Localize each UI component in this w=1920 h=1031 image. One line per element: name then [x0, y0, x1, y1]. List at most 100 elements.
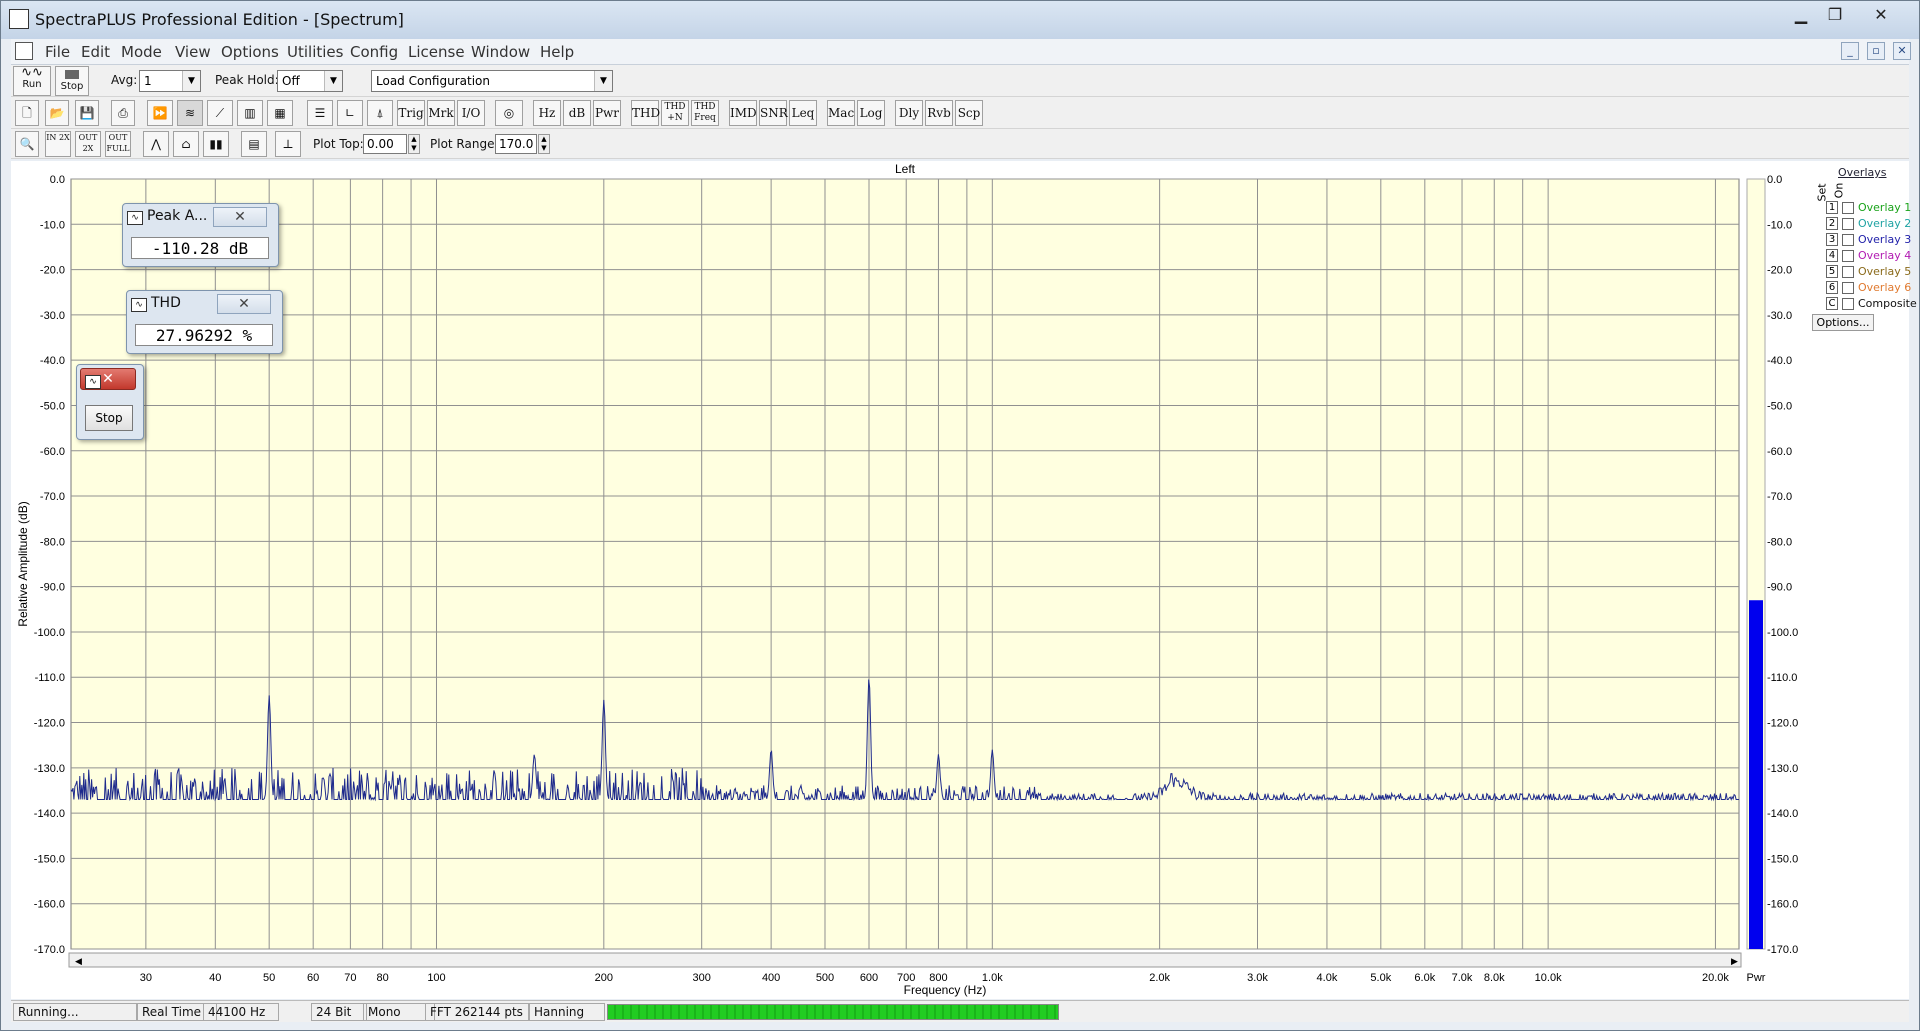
- x-tick-label: 300: [693, 972, 711, 984]
- plot-range-label: Plot Range:: [430, 137, 499, 151]
- zoom-in-2x-button[interactable]: IN 2X: [45, 131, 71, 157]
- trig-button[interactable]: Trig: [397, 100, 425, 126]
- minimize-button[interactable]: ▁: [1785, 5, 1817, 27]
- print-icon[interactable]: ⎙: [111, 100, 135, 126]
- generator-icon[interactable]: ◎: [495, 100, 523, 126]
- io-button[interactable]: I/O: [457, 100, 485, 126]
- snr-button[interactable]: SNR: [759, 100, 788, 126]
- bars-shape-icon[interactable]: ▮▮: [203, 131, 229, 157]
- peak-hold-select[interactable]: Off ▼: [277, 70, 343, 92]
- mrk-button[interactable]: Mrk: [427, 100, 455, 126]
- overlays-title: Overlays: [1838, 166, 1887, 179]
- menu-help[interactable]: Help: [540, 43, 574, 61]
- marker-icon[interactable]: ⊥: [275, 131, 301, 157]
- overlay-set-button[interactable]: C: [1826, 297, 1838, 310]
- overlay-set-button[interactable]: 1: [1826, 201, 1838, 214]
- thd-n-button[interactable]: THD +N: [661, 100, 689, 126]
- overlay-set-button[interactable]: 2: [1826, 217, 1838, 230]
- menu-license[interactable]: License: [408, 43, 465, 61]
- stop-button[interactable]: Stop: [55, 66, 89, 96]
- new-file-icon[interactable]: 🗋: [15, 100, 39, 126]
- leq-button[interactable]: Leq: [789, 100, 817, 126]
- peak-shape-icon[interactable]: ⋀: [143, 131, 169, 157]
- 3d-surface-icon[interactable]: ▦: [267, 100, 293, 126]
- plot-range-spinner[interactable]: ▲ ▼: [538, 134, 550, 154]
- menu-view[interactable]: View: [175, 43, 211, 61]
- fast-forward-icon[interactable]: ⏩: [147, 100, 173, 126]
- menu-edit[interactable]: Edit: [81, 43, 110, 61]
- overlay-checkbox[interactable]: [1842, 202, 1854, 214]
- db-button[interactable]: dB: [563, 100, 591, 126]
- stop-popup[interactable]: ✕ ∿ Stop: [76, 364, 144, 440]
- menu-mode[interactable]: Mode: [121, 43, 162, 61]
- mdi-minimize-button[interactable]: _: [1841, 42, 1859, 60]
- stop-popup-button[interactable]: Stop: [85, 405, 133, 431]
- plot-range-input[interactable]: 170.0: [495, 134, 537, 154]
- overlay-set-button[interactable]: 5: [1826, 265, 1838, 278]
- settings-list-icon[interactable]: ☰: [307, 100, 333, 126]
- overlay-checkbox[interactable]: [1842, 234, 1854, 246]
- y-tick-label: -110.0: [35, 672, 65, 684]
- table-icon[interactable]: ▤: [241, 131, 267, 157]
- rvb-button[interactable]: Rvb: [925, 100, 953, 126]
- restore-button[interactable]: ❐: [1819, 5, 1851, 27]
- menu-utilities[interactable]: Utilities: [287, 43, 343, 61]
- y-tick-label: -80.0: [40, 536, 65, 548]
- power-tick-label: -90.0: [1767, 582, 1792, 594]
- document-icon[interactable]: [15, 42, 33, 60]
- zoom-out-full-button[interactable]: OUT FULL: [105, 131, 131, 157]
- dly-button[interactable]: Dly: [895, 100, 923, 126]
- power-tick-label: -150.0: [1767, 853, 1798, 865]
- config-select[interactable]: Load Configuration ▼: [371, 70, 613, 92]
- weighting-icon[interactable]: ⍋: [367, 100, 393, 126]
- overlay-checkbox[interactable]: [1842, 250, 1854, 262]
- overlay-label: Overlay 6: [1858, 281, 1912, 294]
- scaling-icon[interactable]: ∟: [337, 100, 363, 126]
- time-series-icon[interactable]: ⟋: [207, 100, 233, 126]
- spectrum-mode-icon[interactable]: ≋: [177, 100, 203, 126]
- mdi-close-button[interactable]: ✕: [1893, 42, 1911, 60]
- mdi-restore-button[interactable]: ▫: [1867, 42, 1885, 60]
- close-button[interactable]: ✕: [1865, 5, 1897, 27]
- power-tick-label: -140.0: [1767, 808, 1798, 820]
- menu-config[interactable]: Config: [350, 43, 398, 61]
- zoom-out-2x-button[interactable]: OUT 2X: [75, 131, 101, 157]
- peak-amplitude-popup[interactable]: ∿ Peak A... ✕ -110.28 dB: [122, 203, 279, 267]
- overlay-set-button[interactable]: 4: [1826, 249, 1838, 262]
- spectrogram-icon[interactable]: ▥: [237, 100, 263, 126]
- run-button[interactable]: ∿∿ Run: [13, 66, 51, 96]
- toolbar-view: 🔍 IN 2X OUT 2X OUT FULL ⋀ ⌂ ▮▮ ▤ ⊥ Plot …: [11, 129, 1909, 159]
- overlay-checkbox[interactable]: [1842, 266, 1854, 278]
- overlay-set-button[interactable]: 6: [1826, 281, 1838, 294]
- open-file-icon[interactable]: 📂: [45, 100, 69, 126]
- status-bits: 24 Bit: [311, 1003, 367, 1021]
- menu-options[interactable]: Options: [221, 43, 279, 61]
- y-tick-label: -50.0: [40, 400, 65, 412]
- mac-button[interactable]: Mac: [827, 100, 855, 126]
- menu-window[interactable]: Window: [471, 43, 530, 61]
- overlay-checkbox[interactable]: [1842, 218, 1854, 230]
- hz-button[interactable]: Hz: [533, 100, 561, 126]
- thd-freq-button[interactable]: THD Freq: [691, 100, 719, 126]
- imd-button[interactable]: IMD: [729, 100, 757, 126]
- log-button[interactable]: Log: [857, 100, 885, 126]
- overlay-checkbox[interactable]: [1842, 298, 1854, 310]
- thd-button[interactable]: THD: [631, 100, 660, 126]
- thd-popup[interactable]: ∿ THD ✕ 27.96292 %: [126, 290, 283, 354]
- overlay-options-button[interactable]: Options...: [1812, 314, 1874, 331]
- pwr-button[interactable]: Pwr: [593, 100, 621, 126]
- overlay-set-button[interactable]: 3: [1826, 233, 1838, 246]
- close-icon[interactable]: ✕: [213, 207, 267, 227]
- plot-top-spinner[interactable]: ▲ ▼: [408, 134, 420, 154]
- x-tick-label: 600: [860, 972, 878, 984]
- spectrum-chart[interactable]: Left 0.0 0.0 -10.0 -10.0 -20.0 -20.0 -30.0 -30.0…: [11, 161, 1909, 999]
- avg-select[interactable]: 1 ▼: [139, 70, 201, 92]
- scp-button[interactable]: Scp: [955, 100, 983, 126]
- plot-top-input[interactable]: 0.00: [363, 134, 407, 154]
- menu-file[interactable]: File: [45, 43, 70, 61]
- magnify-icon[interactable]: 🔍: [15, 131, 39, 157]
- save-file-icon[interactable]: 💾: [75, 100, 99, 126]
- step-shape-icon[interactable]: ⌂: [173, 131, 199, 157]
- close-icon[interactable]: ✕: [217, 294, 271, 314]
- overlay-checkbox[interactable]: [1842, 282, 1854, 294]
